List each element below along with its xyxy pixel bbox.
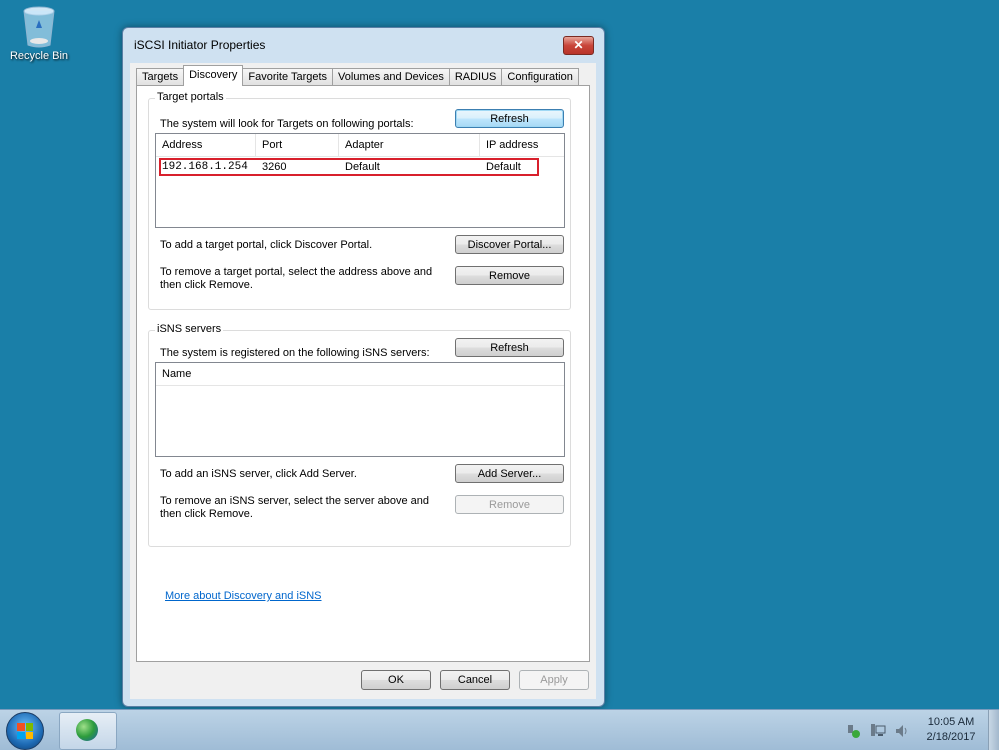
- volume-icon[interactable]: [894, 723, 908, 737]
- tab-targets[interactable]: Targets: [136, 68, 185, 86]
- tab-strip: Targets Discovery Favorite Targets Volum…: [136, 65, 579, 86]
- network-icon[interactable]: [870, 723, 886, 737]
- refresh-portals-button[interactable]: Refresh: [455, 109, 564, 128]
- clock[interactable]: 10:05 AM 2/18/2017: [921, 715, 981, 745]
- start-button[interactable]: [6, 712, 44, 750]
- recycle-bin-icon: [22, 6, 56, 48]
- add-isns-text: To add an iSNS server, click Add Server.: [160, 468, 357, 480]
- window-client: Targets Discovery Favorite Targets Volum…: [130, 63, 596, 699]
- target-portals-label: Target portals: [155, 91, 226, 103]
- tab-favorite-targets[interactable]: Favorite Targets: [242, 68, 334, 86]
- tab-volumes-and-devices[interactable]: Volumes and Devices: [332, 68, 450, 86]
- column-name[interactable]: Name: [156, 363, 564, 385]
- windows-logo-icon: [17, 723, 33, 739]
- close-icon: ✕: [573, 38, 584, 52]
- row-highlight-annotation: [159, 158, 539, 176]
- discovery-panel: Target portals The system will look for …: [136, 85, 590, 662]
- more-about-discovery-link[interactable]: More about Discovery and iSNS: [165, 590, 322, 602]
- network-globe-icon: [76, 719, 98, 741]
- cancel-button[interactable]: Cancel: [440, 670, 510, 690]
- remove-portal-button[interactable]: Remove: [455, 266, 564, 285]
- isns-servers-label: iSNS servers: [155, 323, 224, 335]
- remove-portal-text-line1: To remove a target portal, select the ad…: [160, 266, 433, 278]
- window-title: iSCSI Initiator Properties: [134, 38, 266, 52]
- show-desktop-button[interactable]: [988, 710, 999, 750]
- remove-isns-text-line1: To remove an iSNS server, select the ser…: [160, 495, 430, 507]
- tab-radius[interactable]: RADIUS: [448, 68, 503, 86]
- isns-servers-group: iSNS servers The system is registered on…: [148, 323, 571, 547]
- column-adapter[interactable]: Adapter: [339, 134, 480, 156]
- column-address[interactable]: Address: [156, 134, 256, 156]
- list-header: Name: [156, 363, 564, 386]
- discover-portal-button[interactable]: Discover Portal...: [455, 235, 564, 254]
- target-portals-group: Target portals The system will look for …: [148, 91, 571, 310]
- target-portals-list[interactable]: Address Port Adapter IP address 192.168.…: [155, 133, 565, 228]
- refresh-isns-button[interactable]: Refresh: [455, 338, 564, 357]
- taskbar: 10:05 AM 2/18/2017: [0, 709, 999, 750]
- close-button[interactable]: ✕: [563, 36, 594, 55]
- iscsi-properties-window: iSCSI Initiator Properties ✕ Targets Dis…: [122, 27, 605, 707]
- isns-servers-list[interactable]: Name: [155, 362, 565, 457]
- list-header: Address Port Adapter IP address: [156, 134, 564, 157]
- remove-portal-text-line2: then click Remove.: [160, 279, 253, 291]
- clock-time: 10:05 AM: [927, 716, 975, 728]
- taskbar-iscsi-button[interactable]: [59, 712, 117, 750]
- device-status-icon[interactable]: [846, 723, 860, 738]
- add-portal-text: To add a target portal, click Discover P…: [160, 239, 373, 251]
- ok-button[interactable]: OK: [361, 670, 431, 690]
- recycle-bin-label: Recycle Bin: [9, 50, 69, 62]
- isns-description: The system is registered on the followin…: [160, 347, 430, 359]
- column-ip-address[interactable]: IP address: [480, 134, 564, 156]
- tab-configuration[interactable]: Configuration: [501, 68, 579, 86]
- target-portals-description: The system will look for Targets on foll…: [160, 118, 414, 130]
- table-row[interactable]: 192.168.1.254 3260 Default Default: [156, 157, 564, 177]
- apply-button[interactable]: Apply: [519, 670, 589, 690]
- remove-isns-button[interactable]: Remove: [455, 495, 564, 514]
- recycle-bin[interactable]: Recycle Bin: [4, 6, 74, 62]
- clock-date: 2/18/2017: [926, 731, 976, 743]
- add-server-button[interactable]: Add Server...: [455, 464, 564, 483]
- tab-discovery[interactable]: Discovery: [183, 65, 244, 86]
- remove-isns-text-line2: then click Remove.: [160, 508, 253, 520]
- column-port[interactable]: Port: [256, 134, 339, 156]
